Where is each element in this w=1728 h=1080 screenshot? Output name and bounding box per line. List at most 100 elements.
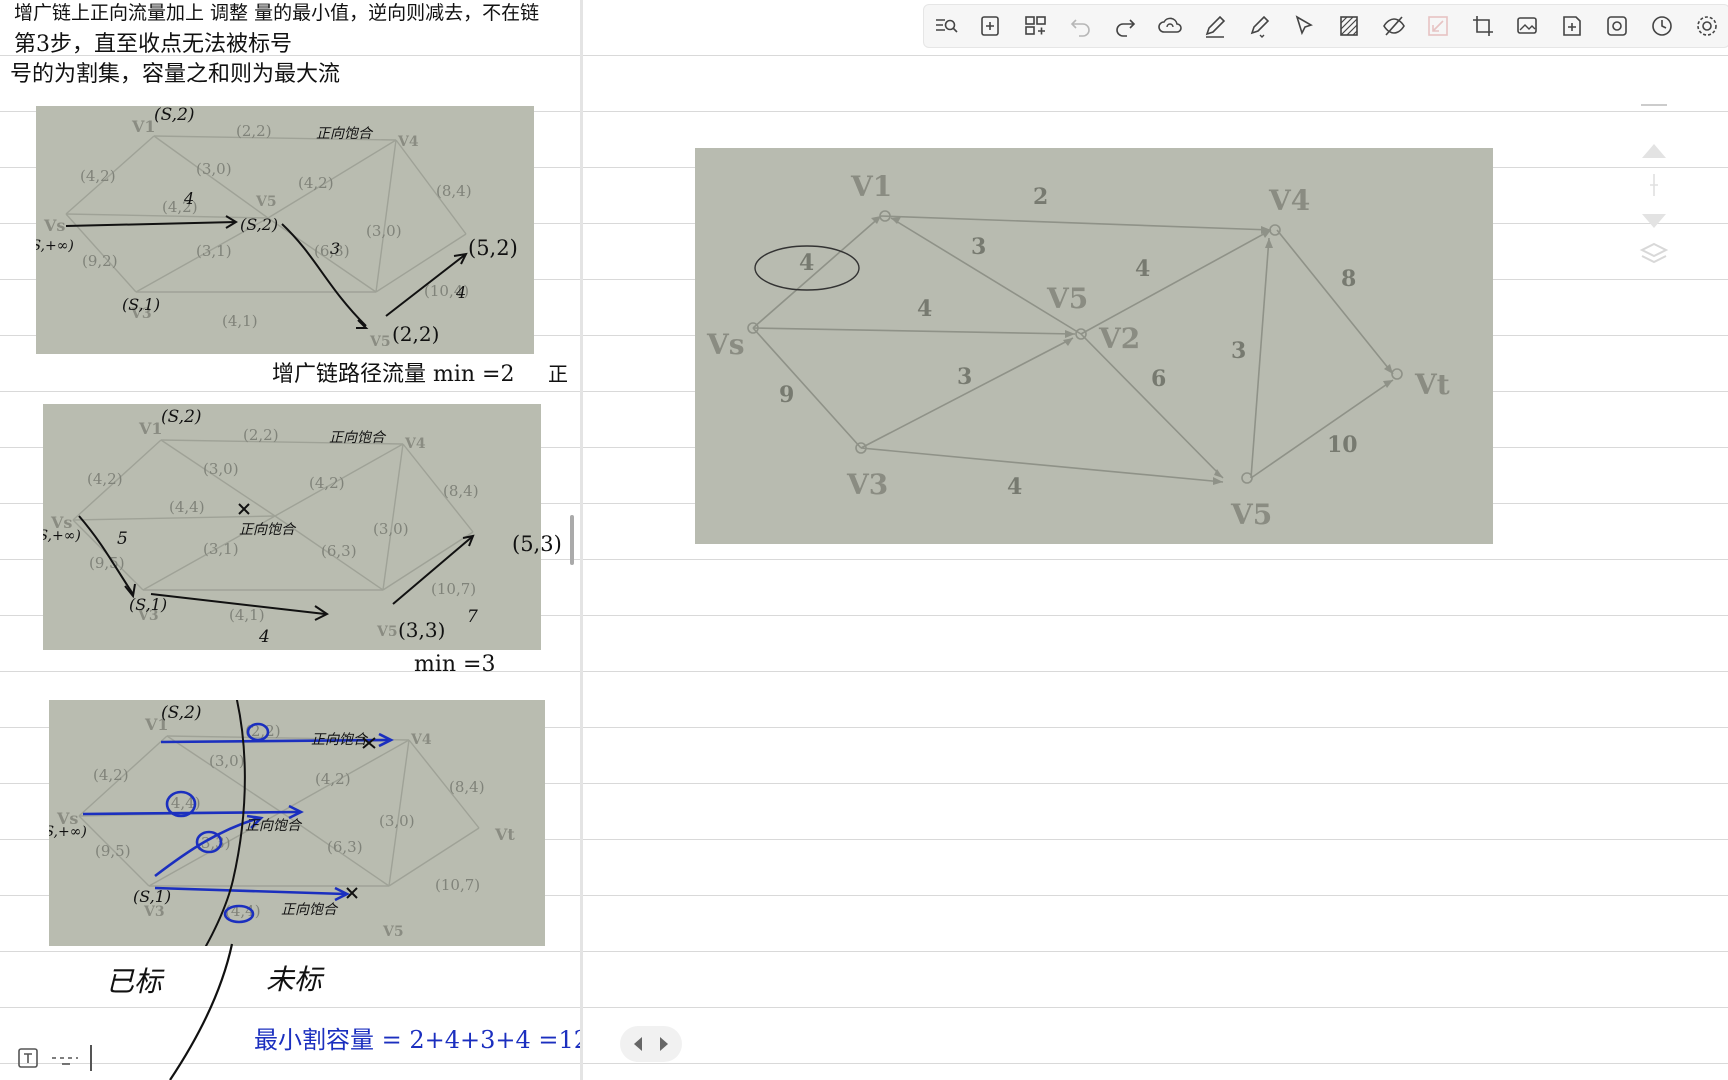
- graph-photo-3-svg: V1 Vs V3 V4 V5 Vt (2,2) (4,2) (3,0) (4,4…: [49, 700, 515, 946]
- search-lines-icon[interactable]: [924, 5, 969, 47]
- edge-v2v1-p3: (3,0): [209, 752, 245, 770]
- main-cap-v2-v4: 4: [1135, 256, 1150, 282]
- min-cut-capacity: 最小割容量 = 2+4+3+4 =12: [254, 1026, 580, 1054]
- edge-v1v4-p2: (2,2): [243, 426, 279, 444]
- nav-prev-icon[interactable]: [632, 1035, 644, 1053]
- note-line-2: 第3步，直至收点无法被标号: [14, 32, 292, 57]
- vertex-v5: V5: [369, 334, 391, 350]
- grid-add-icon[interactable]: [1013, 5, 1058, 47]
- edge-v2v1: (3,0): [196, 160, 232, 178]
- main-cap-v2-v1: 3: [971, 234, 986, 260]
- graph-photo-2[interactable]: V1 Vs V3 V4 V5 (2,2) (4,2) (3,0) (4,4) (…: [43, 404, 541, 650]
- vertex-v1-p2: V1: [138, 419, 163, 438]
- edge-v4vt-p3: (8,4): [449, 778, 485, 796]
- pen-num-5: 5: [117, 529, 128, 549]
- main-graph-svg: V1 Vs V5 V2 V3 V4 Vt V5 4 2 3 4 4 9 3 6 …: [706, 170, 1450, 531]
- graph-photo-1[interactable]: V1 Vs V5 V3 V4 V5 (2,2) (4,2) (3,0) (4,2…: [36, 106, 534, 354]
- cloud-sync-icon[interactable]: [1148, 5, 1193, 47]
- shrink-icon[interactable]: [1416, 5, 1461, 47]
- pen-vs-label-p3: (S,+∞): [49, 824, 87, 840]
- nav-next-icon[interactable]: [658, 1035, 670, 1053]
- notes-pane-left[interactable]: 增广链上正向流量加上 调整 量的最小值，逆向则减去，不在链 第3步，直至收点无法…: [0, 0, 580, 1080]
- edge-v3v2: (3,1): [196, 242, 232, 260]
- pen-v1-label-p3: (S,2): [161, 703, 202, 723]
- graph-photo-1-svg: V1 Vs V5 V3 V4 V5 (2,2) (4,2) (3,0) (4,2…: [36, 106, 472, 350]
- pen-forward-sat-p3a: 正向饱合: [311, 732, 369, 748]
- edge-v5vt-p3: (10,7): [435, 876, 480, 894]
- page-up-icon[interactable]: [1642, 144, 1666, 158]
- main-cap-v1-v4: 2: [1033, 184, 1048, 210]
- caption-min3: min =3: [414, 652, 496, 677]
- edge-v2v1-p2: (3,0): [203, 460, 239, 478]
- vertex-vs: Vs: [43, 216, 65, 235]
- edge-vsv2-p2: (4,4): [169, 498, 205, 516]
- caption-augment-tail: 正: [548, 362, 568, 386]
- note-line-1: 增广链上正向流量加上 调整 量的最小值，逆向则减去，不在链: [14, 2, 540, 24]
- main-vertex-vs: Vs: [706, 328, 745, 361]
- caption-augment-min2: 增广链路径流量 min =2: [272, 362, 515, 387]
- edge-v2v4: (4,2): [298, 174, 334, 192]
- pen-v1-label: (S,2): [154, 106, 195, 125]
- edge-v1v4: (2,2): [236, 122, 272, 140]
- pen-v3-label-p3: (S,1): [133, 887, 171, 906]
- pen-icon[interactable]: [1192, 5, 1237, 47]
- label-marked: 已标: [106, 965, 163, 998]
- side-control-strip: [1630, 98, 1678, 278]
- crop-icon[interactable]: [1461, 5, 1506, 47]
- main-cap-v3-v2: 3: [957, 364, 972, 390]
- add-note-icon[interactable]: [1550, 5, 1595, 47]
- cut-line-tail: [169, 943, 234, 1080]
- edge-v4vt: (8,4): [436, 182, 472, 200]
- edge-vsv3-p3: (9,5): [95, 842, 131, 860]
- redo-icon[interactable]: [1103, 5, 1148, 47]
- vertex-v4-p3: V4: [410, 732, 432, 748]
- settings-icon[interactable]: [1684, 5, 1728, 47]
- dashed-line-icon[interactable]: [50, 1046, 80, 1070]
- edge-v3v2-p2: (3,1): [203, 540, 239, 558]
- edge-v2v4-p3: (4,2): [315, 770, 351, 788]
- graph-photo-3[interactable]: V1 Vs V3 V4 V5 Vt (2,2) (4,2) (3,0) (4,4…: [49, 700, 545, 946]
- history-icon[interactable]: [1640, 5, 1685, 47]
- pen-vt-label-1: (5,2): [468, 236, 518, 260]
- main-cap-vs-v1: 4: [799, 250, 814, 276]
- edge-vsv1: (4,2): [80, 167, 116, 185]
- highlighter-icon[interactable]: [1237, 5, 1282, 47]
- main-vertex-v3: V3: [846, 468, 888, 501]
- notes-pane-right[interactable]: V1 Vs V5 V2 V3 V4 Vt V5 4 2 3 4 4 9 3 6 …: [583, 0, 1728, 1080]
- pen-forward-sat-p3c: 正向饱合: [281, 902, 339, 918]
- main-graph-photo[interactable]: V1 Vs V5 V2 V3 V4 Vt V5 4 2 3 4 4 9 3 6 …: [695, 148, 1493, 544]
- text-tool-icon[interactable]: [16, 1046, 40, 1070]
- page-nav-arrows: [620, 1026, 682, 1062]
- main-vertex-v5: V5: [1230, 498, 1272, 531]
- snapshot-icon[interactable]: [1595, 5, 1640, 47]
- main-vertex-v5-top: V5: [1046, 282, 1088, 315]
- main-vertex-vt: Vt: [1414, 368, 1450, 401]
- pen-v5-label-1: (2,2): [392, 322, 440, 346]
- main-cap-v4-vt: 8: [1341, 266, 1356, 292]
- pen-num-4-p2: 4: [258, 627, 270, 647]
- add-page-icon[interactable]: [969, 5, 1014, 47]
- layers-icon[interactable]: [1639, 242, 1669, 264]
- note-line-3: 号的为割集，容量之和则为最大流: [10, 62, 341, 87]
- image-edit-icon[interactable]: [1505, 5, 1550, 47]
- vertex-v5-p3: V5: [382, 924, 404, 940]
- left-scrollbar-thumb[interactable]: [570, 515, 574, 565]
- edge-v4vt-p2: (8,4): [443, 482, 479, 500]
- edge-vsv1-p3: (4,2): [93, 766, 129, 784]
- shading-icon[interactable]: [1326, 5, 1371, 47]
- edge-vsv3-p2: (9,5): [89, 554, 125, 572]
- pen-v3-label: (S,1): [122, 295, 160, 314]
- main-vertex-v2: V2: [1098, 322, 1140, 355]
- side-icons: [1639, 144, 1669, 264]
- pen-vs-label-p2: (S,+∞): [43, 528, 81, 544]
- page-down-icon[interactable]: [1642, 214, 1666, 228]
- cursor-bar-icon: [90, 1045, 92, 1071]
- pen-forward-sat-1: 正向饱合: [316, 126, 374, 142]
- undo-icon[interactable]: [1058, 5, 1103, 47]
- edge-v3v5: (4,1): [222, 312, 258, 330]
- hide-icon[interactable]: [1371, 5, 1416, 47]
- pointer-icon[interactable]: [1282, 5, 1327, 47]
- edge-v3v5-p2: (4,1): [229, 606, 265, 624]
- vertex-v4: V4: [397, 134, 419, 150]
- main-vertex-v1: V1: [850, 170, 892, 203]
